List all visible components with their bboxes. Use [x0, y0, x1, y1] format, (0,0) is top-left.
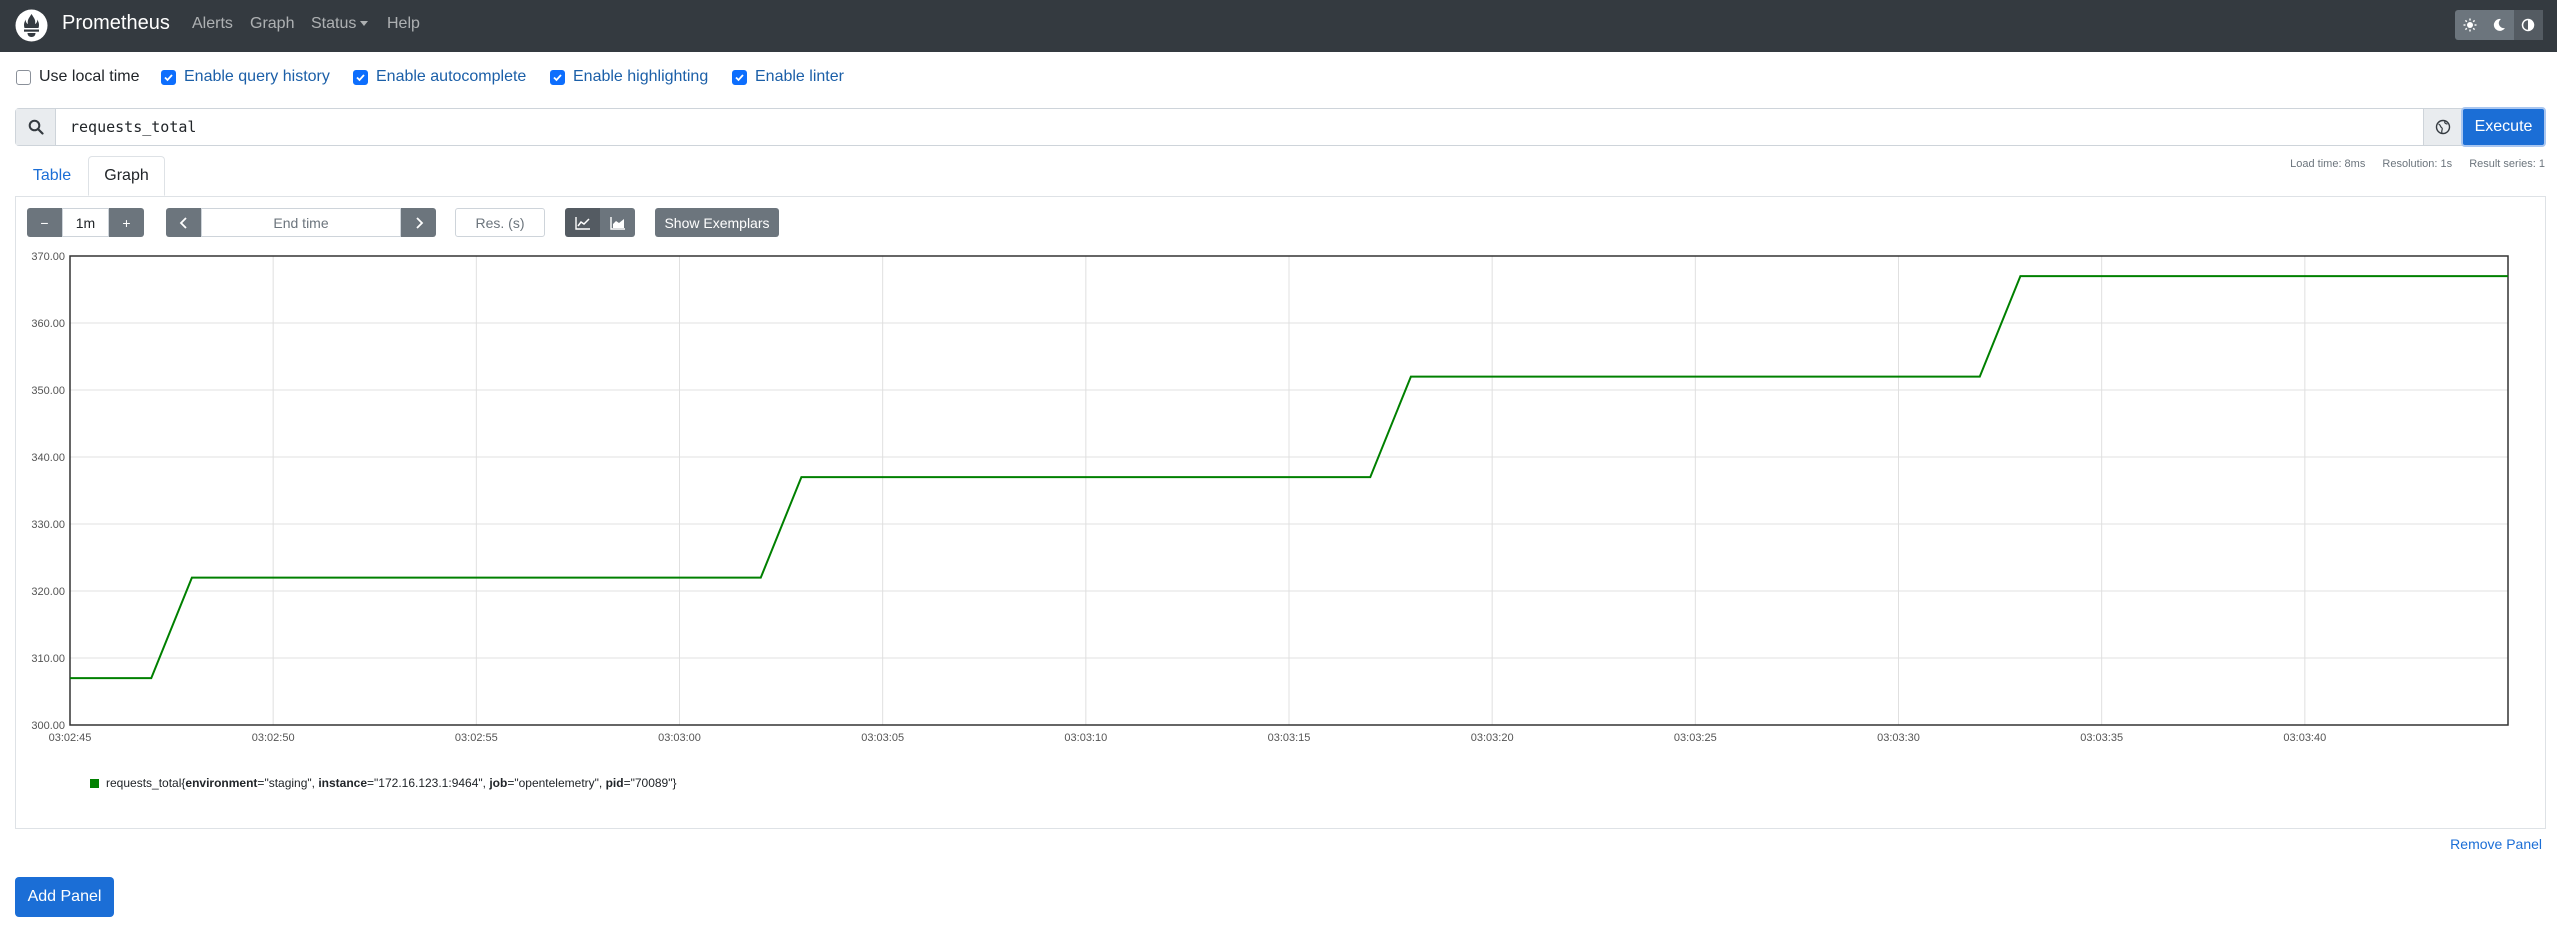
half-circle-icon — [2522, 18, 2535, 32]
legend-label-value: "staging" — [264, 776, 312, 790]
check-icon — [164, 73, 173, 81]
nav-graph[interactable]: Graph — [250, 15, 294, 33]
x-tick-label: 03:03:25 — [1674, 732, 1717, 744]
option-query-history[interactable]: Enable query history — [161, 68, 330, 86]
legend-metric: requests_total — [106, 776, 182, 790]
option-label: Use local time — [39, 68, 140, 85]
unstacked-line-button[interactable] — [565, 208, 600, 237]
decrease-range-button[interactable]: − — [27, 208, 62, 237]
legend-item[interactable]: requests_total{environment = "staging", in… — [90, 776, 677, 790]
y-tick-label: 320.00 — [31, 586, 65, 598]
nav-status-dropdown[interactable]: Status — [311, 15, 369, 33]
option-label: Enable highlighting — [573, 68, 709, 85]
legend-label-key: pid — [605, 776, 624, 790]
checkbox-linter[interactable] — [732, 69, 747, 85]
brand-title[interactable]: Prometheus — [62, 12, 170, 35]
nav-status-label: Status — [311, 15, 357, 32]
check-icon — [735, 73, 744, 81]
resolution: Resolution: 1s — [2382, 158, 2453, 170]
auto-theme-button[interactable] — [2513, 10, 2543, 40]
tab-graph[interactable]: Graph — [88, 156, 165, 196]
option-highlighting[interactable]: Enable highlighting — [550, 68, 708, 86]
range-input[interactable]: 1m — [62, 208, 109, 237]
previous-time-button[interactable] — [166, 208, 201, 237]
option-use-local-time[interactable]: Use local time — [16, 68, 139, 86]
globe-icon — [2435, 119, 2450, 135]
x-tick-label: 03:03:00 — [658, 732, 701, 744]
x-tick-label: 03:03:15 — [1268, 732, 1311, 744]
x-tick-label: 03:03:05 — [861, 732, 904, 744]
option-label: Enable autocomplete — [376, 68, 527, 85]
load-time: Load time: 8ms — [2290, 158, 2366, 170]
add-panel-button[interactable]: Add Panel — [15, 877, 114, 917]
graph-chart: 300.00 310.00 320.00 330.00 340.00 350.00 360.… — [0, 245, 2557, 765]
dark-theme-button[interactable] — [2484, 10, 2513, 40]
check-icon — [356, 73, 365, 81]
x-tick-label: 03:02:50 — [252, 732, 295, 744]
legend-label-key: job — [489, 776, 508, 790]
y-tick-label: 310.00 — [31, 653, 65, 665]
legend-label-value: "opentelemetry" — [514, 776, 599, 790]
theme-toggle-group — [2455, 10, 2543, 40]
x-tick-label: 03:03:40 — [2283, 732, 2326, 744]
checkbox-query-history[interactable] — [161, 69, 176, 85]
y-tick-label: 350.00 — [31, 385, 65, 397]
light-theme-button[interactable] — [2455, 10, 2484, 40]
stacked-area-button[interactable] — [600, 208, 635, 237]
legend-label-key: instance — [318, 776, 368, 790]
y-tick-label: 360.00 — [31, 318, 65, 330]
line-chart-icon — [574, 216, 590, 230]
result-series: Result series: 1 — [2469, 158, 2545, 170]
tab-table[interactable]: Table — [18, 156, 86, 196]
legend-swatch — [90, 778, 99, 788]
area-chart-icon — [609, 216, 625, 230]
metrics-explorer-button[interactable] — [2423, 109, 2461, 145]
legend-label-value: "70089" — [630, 776, 673, 790]
moon-icon — [2493, 18, 2505, 31]
caret-down-icon — [360, 21, 369, 27]
checkbox-use-local-time[interactable] — [16, 69, 31, 85]
option-linter[interactable]: Enable linter — [732, 68, 844, 86]
checkbox-autocomplete[interactable] — [353, 69, 368, 85]
y-tick-label: 300.00 — [31, 720, 65, 732]
x-tick-label: 03:03:20 — [1471, 732, 1514, 744]
query-stats: Load time: 8ms Resolution: 1s Result ser… — [2276, 158, 2545, 170]
prometheus-logo-icon[interactable] — [15, 9, 48, 42]
next-time-button[interactable] — [401, 208, 436, 237]
chart-svg: 300.00 310.00 320.00 330.00 340.00 350.00 360.… — [31, 251, 2509, 744]
search-icon-box — [16, 109, 56, 145]
chevron-left-icon — [179, 216, 187, 229]
expression-text[interactable]: requests_total — [70, 118, 196, 136]
execute-button[interactable]: Execute — [2461, 107, 2546, 147]
option-label: Enable linter — [755, 68, 844, 85]
checkbox-highlighting[interactable] — [550, 69, 565, 85]
navbar: Prometheus Alerts Graph Status Help — [0, 0, 2557, 52]
y-tick-label: 370.00 — [31, 251, 65, 263]
legend-label-value: "172.16.123.1:9464" — [374, 776, 483, 790]
show-exemplars-button[interactable]: Show Exemplars — [655, 208, 779, 237]
resolution-input[interactable]: Res. (s) — [455, 208, 545, 237]
x-tick-label: 03:03:10 — [1064, 732, 1107, 744]
end-time-input[interactable]: End time — [201, 208, 401, 237]
chevron-right-icon — [415, 216, 423, 229]
nav-help[interactable]: Help — [387, 15, 420, 33]
check-icon — [553, 73, 562, 81]
option-label: Enable query history — [184, 68, 330, 85]
y-tick-label: 340.00 — [31, 452, 65, 464]
option-autocomplete[interactable]: Enable autocomplete — [353, 68, 526, 86]
nav-alerts[interactable]: Alerts — [192, 15, 233, 33]
sun-icon — [2463, 18, 2477, 32]
legend-label-key: environment — [185, 776, 258, 790]
x-tick-label: 03:03:30 — [1877, 732, 1920, 744]
search-icon — [28, 119, 44, 135]
increase-range-button[interactable]: + — [109, 208, 144, 237]
x-tick-label: 03:02:45 — [49, 732, 92, 744]
remove-panel-link[interactable]: Remove Panel — [2450, 836, 2542, 852]
expression-input[interactable]: requests_total — [15, 108, 2546, 146]
y-tick-label: 330.00 — [31, 519, 65, 531]
x-tick-label: 03:02:55 — [455, 732, 498, 744]
x-tick-label: 03:03:35 — [2080, 732, 2123, 744]
